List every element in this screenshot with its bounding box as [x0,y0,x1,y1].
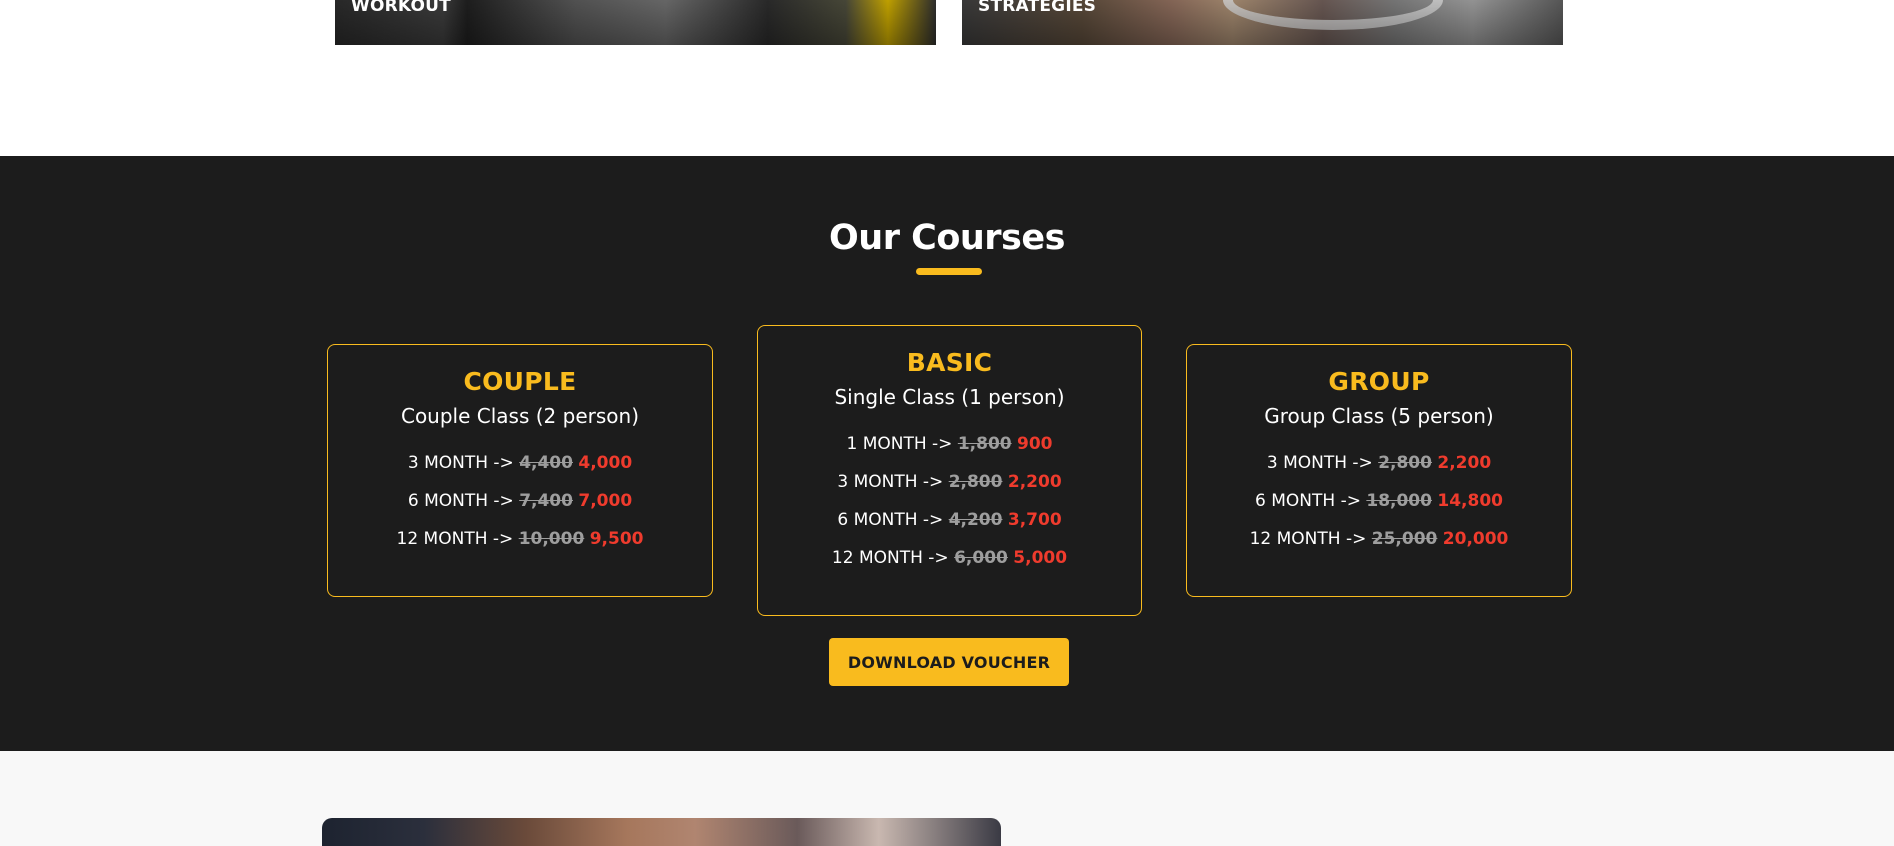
old-price: 18,000 [1366,491,1432,511]
price-row: 6 MONTH -> 4,200 3,700 [758,501,1141,539]
price-row: 1 MONTH -> 1,800 900 [758,425,1141,463]
new-price: 14,800 [1437,491,1503,511]
duration-label: 6 MONTH -> [837,510,944,530]
duration-label: 3 MONTH -> [837,472,944,492]
price-list: 3 MONTH -> 4,400 4,000 6 MONTH -> 7,400 … [328,444,712,558]
old-price: 2,800 [948,472,1003,492]
old-price: 7,400 [519,491,573,511]
new-price: 20,000 [1442,529,1509,549]
title-underline [916,268,982,275]
price-row: 6 MONTH -> 18,000 14,800 [1187,482,1571,520]
price-list: 1 MONTH -> 1,800 900 3 MONTH -> 2,800 2,… [758,425,1141,577]
old-price: 10,000 [518,529,585,549]
price-row: 3 MONTH -> 2,800 2,200 [758,463,1141,501]
plan-title: BASIC [906,348,993,377]
new-price: 5,000 [1013,548,1068,568]
new-price: 900 [1017,434,1053,454]
duration-label: 3 MONTH -> [407,453,514,473]
plan-title: COUPLE [463,367,577,396]
trainer-image [322,818,1001,846]
old-price: 2,800 [1378,453,1432,473]
price-row: 3 MONTH -> 2,800 2,200 [1187,444,1571,482]
courses-section: Our Courses COUPLE Couple Class (2 perso… [0,156,1894,751]
strategies-card-image[interactable]: STRATEGIES [962,0,1563,45]
duration-label: 12 MONTH -> [396,529,514,549]
new-price: 9,500 [589,529,644,549]
old-price: 4,400 [519,453,573,473]
duration-label: 6 MONTH -> [407,491,514,511]
price-row: 12 MONTH -> 25,000 20,000 [1187,520,1571,558]
new-price: 3,700 [1007,510,1062,530]
duration-label: 1 MONTH -> [846,434,953,454]
new-price: 4,000 [578,453,633,473]
price-list: 3 MONTH -> 2,800 2,200 6 MONTH -> 18,000… [1187,444,1571,558]
old-price: 4,200 [948,510,1003,530]
old-price: 6,000 [954,548,1008,568]
duration-label: 12 MONTH -> [831,548,949,568]
price-row: 12 MONTH -> 6,000 5,000 [758,539,1141,577]
plan-subtitle: Group Class (5 person) [1264,404,1494,428]
plan-card-basic: BASIC Single Class (1 person) 1 MONTH ->… [757,325,1142,616]
new-price: 2,200 [1007,472,1062,492]
strategies-card-label: STRATEGIES [978,0,1097,16]
plan-card-couple: COUPLE Couple Class (2 person) 3 MONTH -… [327,344,713,597]
workout-card-label: WORKOUT [351,0,451,16]
old-price: 1,800 [957,434,1012,454]
price-row: 6 MONTH -> 7,400 7,000 [328,482,712,520]
plan-title: GROUP [1328,367,1430,396]
duration-label: 12 MONTH -> [1249,529,1367,549]
duration-label: 6 MONTH -> [1255,491,1361,511]
plan-subtitle: Couple Class (2 person) [400,404,639,428]
plan-subtitle: Single Class (1 person) [834,385,1065,409]
price-row: 3 MONTH -> 4,400 4,000 [328,444,712,482]
new-price: 7,000 [578,491,633,511]
price-row: 12 MONTH -> 10,000 9,500 [328,520,712,558]
duration-label: 3 MONTH -> [1266,453,1373,473]
section-title: Our Courses [829,218,1065,258]
next-section [0,751,1894,846]
plan-card-group: GROUP Group Class (5 person) 3 MONTH -> … [1186,344,1572,597]
workout-card-image[interactable]: WORKOUT [335,0,936,45]
download-voucher-button[interactable]: DOWNLOAD VOUCHER [829,638,1069,686]
new-price: 2,200 [1437,453,1492,473]
old-price: 25,000 [1371,529,1438,549]
